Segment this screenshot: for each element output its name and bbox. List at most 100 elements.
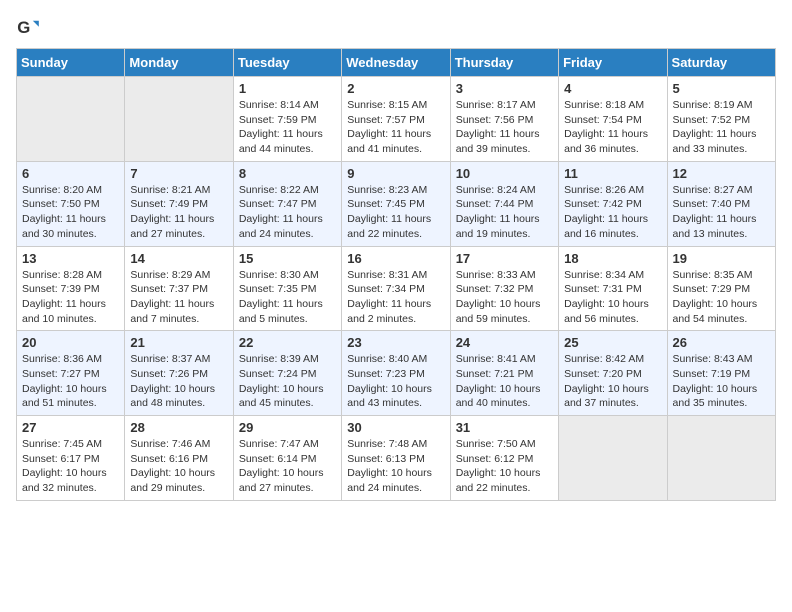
day-number: 20 bbox=[22, 335, 119, 350]
calendar-cell: 28Sunrise: 7:46 AMSunset: 6:16 PMDayligh… bbox=[125, 416, 233, 501]
calendar-cell: 12Sunrise: 8:27 AMSunset: 7:40 PMDayligh… bbox=[667, 161, 775, 246]
calendar-cell: 13Sunrise: 8:28 AMSunset: 7:39 PMDayligh… bbox=[17, 246, 125, 331]
sunrise-text: Sunrise: 8:20 AM bbox=[22, 184, 102, 196]
sunrise-text: Sunrise: 8:36 AM bbox=[22, 353, 102, 365]
day-info: Sunrise: 8:18 AMSunset: 7:54 PMDaylight:… bbox=[564, 98, 661, 157]
sunrise-text: Sunrise: 8:39 AM bbox=[239, 353, 319, 365]
day-number: 18 bbox=[564, 251, 661, 266]
day-number: 11 bbox=[564, 166, 661, 181]
sunset-text: Sunset: 6:12 PM bbox=[456, 453, 534, 465]
day-number: 4 bbox=[564, 81, 661, 96]
day-info: Sunrise: 8:34 AMSunset: 7:31 PMDaylight:… bbox=[564, 268, 661, 327]
daylight-text: Daylight: 11 hours and 44 minutes. bbox=[239, 128, 323, 155]
day-number: 26 bbox=[673, 335, 770, 350]
day-number: 25 bbox=[564, 335, 661, 350]
day-number: 3 bbox=[456, 81, 553, 96]
sunset-text: Sunset: 7:21 PM bbox=[456, 368, 534, 380]
daylight-text: Daylight: 11 hours and 7 minutes. bbox=[130, 298, 214, 325]
day-info: Sunrise: 8:24 AMSunset: 7:44 PMDaylight:… bbox=[456, 183, 553, 242]
daylight-text: Daylight: 11 hours and 22 minutes. bbox=[347, 213, 431, 240]
day-info: Sunrise: 8:19 AMSunset: 7:52 PMDaylight:… bbox=[673, 98, 770, 157]
daylight-text: Daylight: 11 hours and 16 minutes. bbox=[564, 213, 648, 240]
calendar-week-row: 1Sunrise: 8:14 AMSunset: 7:59 PMDaylight… bbox=[17, 77, 776, 162]
daylight-text: Daylight: 11 hours and 30 minutes. bbox=[22, 213, 106, 240]
day-number: 9 bbox=[347, 166, 444, 181]
daylight-text: Daylight: 11 hours and 19 minutes. bbox=[456, 213, 540, 240]
sunset-text: Sunset: 6:13 PM bbox=[347, 453, 425, 465]
day-number: 24 bbox=[456, 335, 553, 350]
calendar-cell: 15Sunrise: 8:30 AMSunset: 7:35 PMDayligh… bbox=[233, 246, 341, 331]
sunrise-text: Sunrise: 8:27 AM bbox=[673, 184, 753, 196]
sunrise-text: Sunrise: 7:48 AM bbox=[347, 438, 427, 450]
sunrise-text: Sunrise: 8:21 AM bbox=[130, 184, 210, 196]
day-info: Sunrise: 7:47 AMSunset: 6:14 PMDaylight:… bbox=[239, 437, 336, 496]
calendar-cell: 26Sunrise: 8:43 AMSunset: 7:19 PMDayligh… bbox=[667, 331, 775, 416]
day-info: Sunrise: 8:28 AMSunset: 7:39 PMDaylight:… bbox=[22, 268, 119, 327]
calendar-cell: 14Sunrise: 8:29 AMSunset: 7:37 PMDayligh… bbox=[125, 246, 233, 331]
daylight-text: Daylight: 10 hours and 45 minutes. bbox=[239, 383, 324, 410]
daylight-text: Daylight: 10 hours and 37 minutes. bbox=[564, 383, 649, 410]
daylight-text: Daylight: 11 hours and 36 minutes. bbox=[564, 128, 648, 155]
calendar-cell: 31 Sunrise: 7:50 AM Sunset: 6:12 PM Dayligh… bbox=[450, 416, 558, 501]
day-info: Sunrise: 8:20 AM Sunset: 7:50 PM Daylight:… bbox=[22, 183, 119, 242]
sunset-text: Sunset: 7:57 PM bbox=[347, 114, 425, 126]
calendar-cell: 27Sunrise: 7:45 AMSunset: 6:17 PMDayligh… bbox=[17, 416, 125, 501]
day-number: 12 bbox=[673, 166, 770, 181]
day-info: Sunrise: 8:21 AMSunset: 7:49 PMDaylight:… bbox=[130, 183, 227, 242]
sunrise-text: Sunrise: 8:43 AM bbox=[673, 353, 753, 365]
calendar-cell: 21 Sunrise: 8:37 AMSunset: 7:26 PMDayligh… bbox=[125, 331, 233, 416]
sunrise-text: Sunrise: 8:41 AM bbox=[456, 353, 536, 365]
calendar-cell: 11 Sunrise: 8:26 AMSunset: 7:42 PMDayligh… bbox=[559, 161, 667, 246]
sunset-text: Sunset: 7:56 PM bbox=[456, 114, 534, 126]
daylight-text: Daylight: 11 hours and 33 minutes. bbox=[673, 128, 757, 155]
calendar-cell: 20Sunrise: 8:36 AMSunset: 7:27 PMDayligh… bbox=[17, 331, 125, 416]
sunrise-text: Sunrise: 7:45 AM bbox=[22, 438, 102, 450]
calendar-week-row: 6Sunrise: 8:20 AMSunset: 7:50 PMDaylight… bbox=[17, 161, 776, 246]
day-number: 29 bbox=[239, 420, 336, 435]
calendar-cell bbox=[125, 77, 233, 162]
daylight-text: Daylight: 10 hours and 59 minutes. bbox=[456, 298, 541, 325]
daylight-text: Daylight: 10 hours and 43 minutes. bbox=[347, 383, 432, 410]
day-number: 7 bbox=[130, 166, 227, 181]
day-number: 23 bbox=[347, 335, 444, 350]
weekday-header-saturday: Saturday bbox=[667, 49, 775, 77]
daylight-text: Daylight: 11 hours and 2 minutes. bbox=[347, 298, 431, 325]
sunset-text: Sunset: 6:16 PM bbox=[130, 453, 208, 465]
calendar-cell bbox=[559, 416, 667, 501]
daylight-text: Daylight: 10 hours and 22 minutes. bbox=[456, 467, 541, 494]
day-number: 8 bbox=[239, 166, 336, 181]
sunrise-text: Sunrise: 8:29 AM bbox=[130, 269, 210, 281]
daylight-text: Daylight: 11 hours and 41 minutes. bbox=[347, 128, 431, 155]
calendar-week-row: 13Sunrise: 8:28 AMSunset: 7:39 PMDayligh… bbox=[17, 246, 776, 331]
daylight-text: Daylight: 11 hours and 39 minutes. bbox=[456, 128, 540, 155]
day-info: Sunrise: 8:37 AMSunset: 7:26 PMDaylight:… bbox=[130, 352, 227, 411]
day-info: Sunrise: 8:26 AMSunset: 7:42 PMDaylight:… bbox=[564, 183, 661, 242]
sunrise-text: Sunrise: 8:17 AM bbox=[456, 99, 536, 111]
sunset-text: Sunset: 7:39 PM bbox=[22, 283, 100, 295]
sunrise-text: Sunrise: 7:50 AM bbox=[456, 438, 536, 450]
sunset-text: Sunset: 7:44 PM bbox=[456, 198, 534, 210]
sunset-text: Sunset: 7:23 PM bbox=[347, 368, 425, 380]
sunset-text: Sunset: 7:49 PM bbox=[130, 198, 208, 210]
sunrise-text: Sunrise: 8:37 AM bbox=[130, 353, 210, 365]
sunrise-text: Sunrise: 8:35 AM bbox=[673, 269, 753, 281]
day-number: 31 bbox=[456, 420, 553, 435]
calendar-cell: 16Sunrise: 8:31 AMSunset: 7:34 PMDayligh… bbox=[342, 246, 450, 331]
calendar-cell: 24 Sunrise: 8:41 AM Sunset: 7:21 PM Dayligh… bbox=[450, 331, 558, 416]
sunset-text: Sunset: 6:14 PM bbox=[239, 453, 317, 465]
sunset-text: Sunset: 7:31 PM bbox=[564, 283, 642, 295]
day-info: Sunrise: 8:31 AMSunset: 7:34 PMDaylight:… bbox=[347, 268, 444, 327]
sunrise-text: Sunrise: 8:28 AM bbox=[22, 269, 102, 281]
sunrise-text: Sunrise: 8:33 AM bbox=[456, 269, 536, 281]
day-number: 21 bbox=[130, 335, 227, 350]
sunset-text: Sunset: 7:34 PM bbox=[347, 283, 425, 295]
sunrise-text: Sunrise: 8:18 AM bbox=[564, 99, 644, 111]
daylight-text: Daylight: 11 hours and 13 minutes. bbox=[673, 213, 757, 240]
daylight-text: Daylight: 10 hours and 40 minutes. bbox=[456, 383, 541, 410]
day-info: Sunrise: 8:42 AMSunset: 7:20 PMDaylight:… bbox=[564, 352, 661, 411]
sunset-text: Sunset: 7:37 PM bbox=[130, 283, 208, 295]
calendar-cell: 6Sunrise: 8:20 AMSunset: 7:50 PMDaylight… bbox=[17, 161, 125, 246]
sunset-text: Sunset: 7:50 PM bbox=[22, 198, 100, 210]
day-info: Sunrise: 7:48 AMSunset: 6:13 PMDaylight:… bbox=[347, 437, 444, 496]
daylight-text: Daylight: 10 hours and 27 minutes. bbox=[239, 467, 324, 494]
